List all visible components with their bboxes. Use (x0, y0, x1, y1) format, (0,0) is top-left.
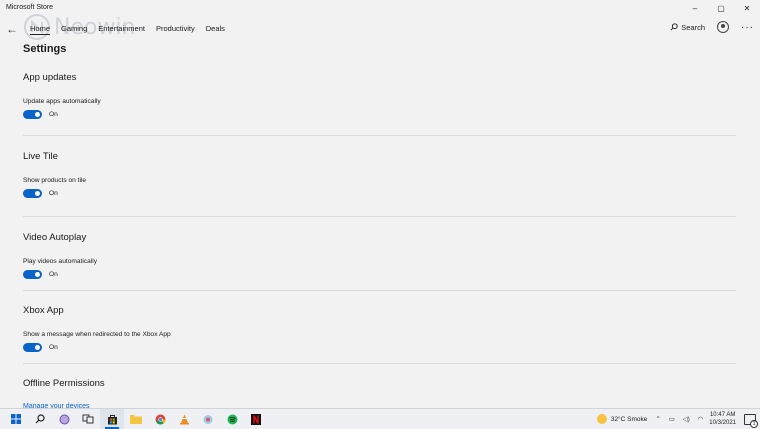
chevron-up-icon[interactable]: ⌃ (655, 416, 660, 423)
tab-home[interactable]: Home (30, 24, 51, 35)
minimize-button[interactable]: – (682, 0, 708, 16)
nav-tabs: Home Gaming Entertainment Productivity D… (30, 24, 236, 35)
toggle-state-label: On (49, 271, 58, 278)
live-tile-toggle[interactable] (23, 189, 42, 198)
netflix-button[interactable] (244, 409, 268, 429)
video-autoplay-toggle[interactable] (23, 270, 42, 279)
file-explorer-button[interactable] (124, 409, 148, 429)
xbox-app-toggle[interactable] (23, 343, 42, 352)
section-video-autoplay: Video Autoplay Play videos automatically… (23, 232, 736, 279)
taskbar-apps (4, 409, 268, 429)
section-xbox-app: Xbox App Show a message when redirected … (23, 305, 736, 352)
divider (23, 216, 736, 217)
speaker-icon[interactable]: ◁) (683, 416, 690, 423)
weather-condition: Smoke (627, 415, 648, 423)
nav-right: Search ··· (670, 21, 754, 33)
spotify-button[interactable] (220, 409, 244, 429)
setting-description: Show a message when redirected to the Xb… (23, 331, 171, 338)
search-label: Search (681, 22, 705, 32)
toggle-knob (35, 345, 40, 350)
account-avatar-icon[interactable] (717, 21, 729, 33)
tab-deals[interactable]: Deals (206, 24, 225, 35)
weather-sun-icon (596, 414, 607, 424)
vlc-button[interactable] (172, 409, 196, 429)
nav-bar: ← Home Gaming Entertainment Productivity… (0, 18, 760, 40)
tray-icons: ⌃ ▭ ◁) ◠ (655, 415, 709, 423)
cortana-button[interactable] (52, 409, 76, 429)
netflix-icon (251, 413, 261, 425)
network-icon[interactable]: ▭ (669, 416, 675, 423)
weather-widget[interactable]: 32°C Smoke (596, 414, 648, 424)
section-offline-permissions: Offline Permissions (23, 378, 736, 389)
weather-temp: 32°C (610, 415, 626, 423)
setting-description: Update apps automatically (23, 98, 101, 105)
toggle-state-label: On (49, 344, 58, 351)
folder-icon (130, 415, 142, 424)
spotify-icon (227, 414, 237, 424)
page-title: Settings (23, 43, 67, 55)
notification-center-icon[interactable]: 1 (744, 413, 758, 428)
window-controls: – ▢ ✕ (682, 0, 760, 16)
search-button[interactable]: Search (670, 23, 705, 32)
close-button[interactable]: ✕ (734, 0, 760, 16)
back-arrow-icon[interactable]: ← (6, 22, 18, 36)
section-heading: App updates (23, 72, 77, 83)
section-heading: Video Autoplay (23, 232, 87, 243)
chrome-icon (155, 414, 165, 424)
tab-productivity[interactable]: Productivity (156, 24, 195, 35)
photo-app-button[interactable] (196, 409, 220, 429)
toggle-knob (35, 272, 40, 277)
toggle-state-label: On (49, 190, 58, 197)
divider (23, 363, 736, 364)
setting-description: Play videos automatically (23, 258, 98, 265)
photo-app-icon (203, 414, 213, 424)
section-heading: Live Tile (23, 151, 58, 162)
system-tray: 32°C Smoke ⌃ ▭ ◁) ◠ 10:47 AM 10/3/2021 1 (596, 409, 758, 429)
cortana-icon (59, 414, 69, 424)
section-heading: Offline Permissions (23, 378, 105, 389)
vlc-cone-icon (179, 414, 189, 424)
search-icon (670, 23, 678, 31)
section-app-updates: App updates Update apps automatically On (23, 72, 736, 119)
clock-time: 10:47 AM (709, 412, 736, 418)
windows-logo-icon (11, 414, 21, 424)
search-icon (35, 414, 45, 424)
chrome-button[interactable] (148, 409, 172, 429)
toggle-knob (35, 112, 40, 117)
microsoft-store-taskbar-button[interactable] (100, 409, 124, 429)
divider (23, 290, 736, 291)
taskbar-clock[interactable]: 10:47 AM 10/3/2021 (709, 411, 736, 427)
task-view-icon (82, 414, 94, 424)
toggle-row: On (23, 189, 736, 198)
divider (23, 135, 736, 136)
taskbar: 32°C Smoke ⌃ ▭ ◁) ◠ 10:47 AM 10/3/2021 1 (0, 408, 760, 429)
toggle-knob (35, 191, 40, 196)
update-apps-toggle[interactable] (23, 110, 42, 119)
notification-count-badge: 1 (750, 419, 758, 428)
store-bag-icon (107, 414, 117, 424)
tab-gaming[interactable]: Gaming (61, 24, 87, 35)
section-live-tile: Live Tile Show products on tile On (23, 151, 736, 198)
maximize-button[interactable]: ▢ (708, 0, 734, 16)
toggle-row: On (23, 110, 736, 119)
toggle-state-label: On (49, 111, 58, 118)
more-options-icon[interactable]: ··· (741, 22, 754, 33)
task-view-button[interactable] (76, 409, 100, 429)
window-title: Microsoft Store (6, 4, 54, 11)
toggle-row: On (23, 270, 736, 279)
wifi-icon[interactable]: ◠ (698, 416, 704, 423)
tab-entertainment[interactable]: Entertainment (98, 24, 145, 35)
toggle-row: On (23, 343, 736, 352)
clock-date: 10/3/2021 (709, 420, 736, 426)
setting-description: Show products on tile (23, 177, 87, 184)
start-button[interactable] (4, 409, 28, 429)
section-heading: Xbox App (23, 305, 64, 316)
taskbar-search-button[interactable] (28, 409, 52, 429)
